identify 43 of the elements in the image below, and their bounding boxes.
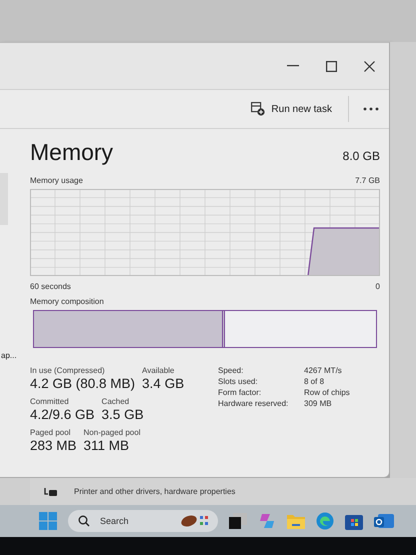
spec-value: 4267 MT/s: [304, 366, 343, 375]
stat-value: 3.5 GB: [102, 407, 144, 422]
usage-label: Memory usage: [30, 176, 83, 185]
spec-label: Form factor:: [218, 388, 262, 397]
stat-value: 4.2 GB (80.8 MB): [30, 376, 136, 391]
search-field[interactable]: Search: [68, 510, 218, 532]
spec-label: Speed:: [218, 366, 244, 375]
stat-label: Committed: [30, 397, 70, 406]
stat-label: Cached: [102, 397, 130, 406]
axis-zero-label: 0: [376, 282, 380, 291]
stat-value: 283 MB: [30, 438, 77, 453]
spec-label: Slots used:: [218, 377, 259, 386]
search-icon: [78, 515, 90, 527]
stat-label: Paged pool: [30, 428, 72, 437]
time-label: 60 seconds: [30, 282, 71, 291]
usage-value: 7.7 GB: [355, 176, 380, 185]
folder-icon[interactable]: [287, 514, 305, 528]
more-options-icon[interactable]: [363, 107, 379, 111]
memory-title: Memory: [30, 139, 114, 166]
stat-value: 4.2/9.6 GB: [30, 407, 95, 422]
spec-label: Hardware reserved:: [218, 399, 290, 408]
printer-icon: [44, 486, 58, 496]
composition-label: Memory composition: [30, 297, 104, 306]
spec-value: Row of chips: [304, 388, 350, 397]
close-icon[interactable]: [364, 60, 375, 72]
stat-value: 311 MB: [84, 438, 130, 453]
spec-value: 8 of 8: [304, 377, 326, 386]
stat-label: Available: [142, 366, 176, 375]
mail-app-icon[interactable]: [374, 512, 394, 530]
memory-total: 8.0 GB: [342, 149, 380, 165]
stat-value: 3.4 GB: [142, 376, 184, 391]
run-new-task-button[interactable]: Run new task: [245, 98, 338, 120]
settings-row[interactable]: Printer and other drivers, hardware properties: [30, 478, 416, 505]
store-icon[interactable]: [345, 512, 363, 530]
minimize-icon[interactable]: [287, 65, 299, 67]
task-view-icon[interactable]: [229, 513, 247, 529]
maximize-icon[interactable]: [326, 60, 337, 72]
stat-label: Non-paged pool: [84, 428, 140, 437]
spec-value: 309 MB: [304, 399, 333, 408]
windows-start-icon[interactable]: [39, 512, 57, 530]
run-task-icon: [251, 102, 266, 116]
stat-label: In use (Compressed): [30, 366, 106, 375]
nav-item-label[interactable]: ap...: [0, 351, 30, 360]
